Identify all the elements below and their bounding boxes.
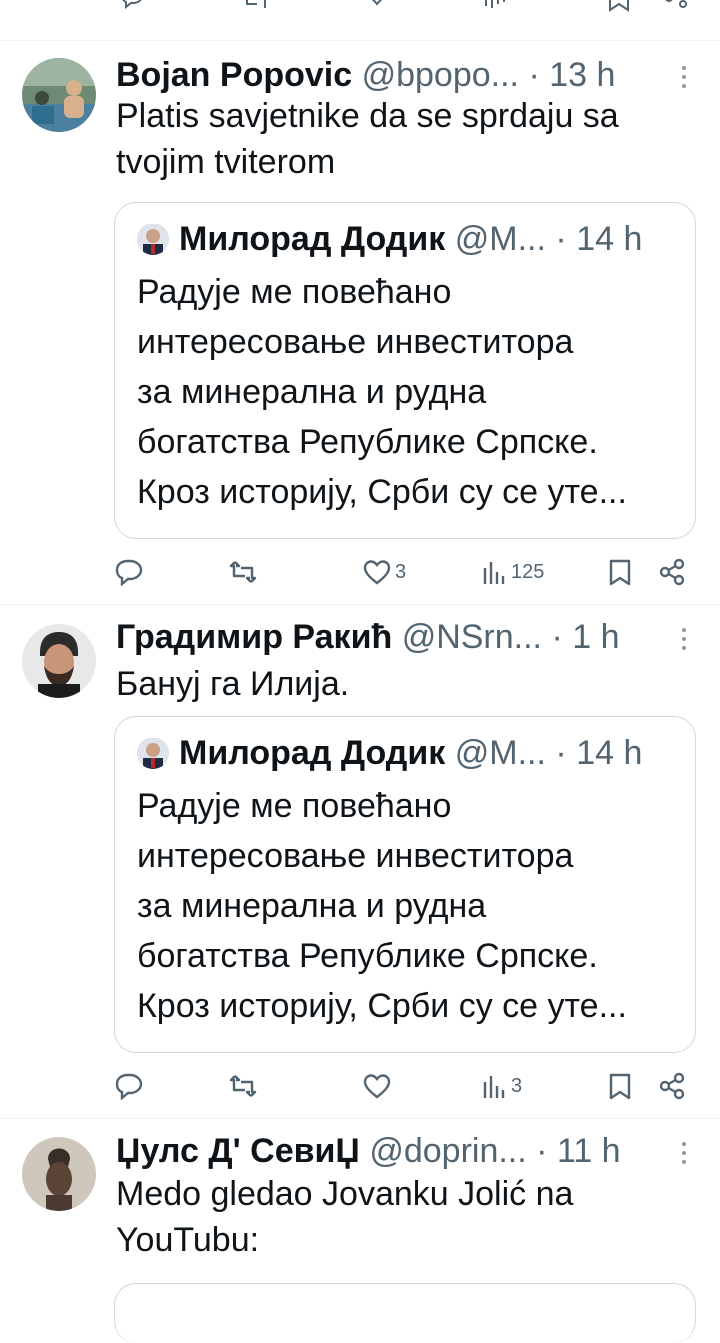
tweet[interactable]: Градимир Ракић @NSrn... · 1 h Бануј га И…	[0, 605, 720, 1119]
quoted-author-avatar[interactable]	[137, 737, 169, 769]
separator-dot: ·	[555, 734, 567, 772]
tweet-actions: 3 125	[114, 554, 696, 590]
separator-dot: ·	[536, 1132, 548, 1170]
tweet-text-line: Medo gledao Jovanku Jolić na	[116, 1175, 574, 1213]
views-count: 125	[511, 560, 545, 583]
more-options-icon[interactable]	[676, 621, 692, 657]
quoted-author-avatar[interactable]	[137, 223, 169, 255]
quoted-timestamp: 14 h	[576, 220, 643, 258]
reply-button[interactable]	[114, 554, 147, 590]
tweet[interactable]: Bojan Popovic @bpopo... · 13 h Platis sa…	[0, 41, 720, 605]
quoted-tweet[interactable]	[114, 1283, 696, 1343]
tweet-header: Градимир Ракић @NSrn... · 1 h	[116, 617, 680, 657]
share-icon[interactable]	[664, 0, 688, 14]
like-button[interactable]	[362, 1068, 395, 1104]
avatar[interactable]	[22, 58, 96, 132]
reply-icon	[115, 559, 143, 586]
quoted-tweet-text: Радује ме повећано интересовање инвестит…	[137, 781, 677, 1031]
quoted-text-line: Кроз историју, Срби су се уте...	[137, 987, 627, 1025]
views-button[interactable]: 125	[482, 554, 544, 590]
tweet-header: Џулс Д' СевиЏ @doprin... · 11 h	[116, 1131, 680, 1171]
views-icon[interactable]	[484, 0, 524, 12]
repost-icon	[229, 561, 257, 583]
quoted-text-line: интересовање инвеститора	[137, 837, 574, 875]
author-handle[interactable]: @doprin...	[369, 1132, 526, 1170]
views-button[interactable]: 3	[482, 1068, 522, 1104]
quoted-tweet[interactable]: Милорад Додик @М... · 14 h Радује ме пов…	[114, 716, 696, 1053]
quoted-timestamp: 14 h	[576, 734, 643, 772]
tweet-text-line: Platis savjetnike da se sprdaju sa	[116, 97, 619, 135]
timestamp[interactable]: 13 h	[549, 56, 615, 94]
share-icon	[659, 558, 685, 586]
bookmark-icon	[609, 559, 631, 586]
author-name[interactable]: Bojan Popovic	[116, 56, 352, 94]
tweet-header: Bojan Popovic @bpopo... · 13 h	[116, 55, 680, 95]
views-icon	[483, 562, 505, 584]
like-icon	[363, 1074, 391, 1099]
share-button[interactable]	[658, 1068, 686, 1104]
tweet-text-line: tvojim tviterom	[116, 143, 336, 181]
like-button[interactable]: 3	[362, 554, 406, 590]
quoted-tweet-header: Милорад Додик @М... · 14 h	[137, 217, 675, 261]
tweet-text: Бануј га Илија.	[116, 661, 696, 707]
author-handle[interactable]: @NSrn...	[402, 618, 542, 656]
tweet-actions: 3	[114, 1068, 696, 1104]
timestamp[interactable]: 11 h	[557, 1132, 621, 1170]
avatar[interactable]	[22, 1137, 96, 1211]
bookmark-button[interactable]	[607, 1068, 633, 1104]
tweet-text: Medo gledao Jovanku Jolić na YouTubu:	[116, 1171, 696, 1263]
like-icon[interactable]	[364, 0, 390, 10]
repost-button[interactable]	[228, 554, 261, 590]
quoted-text-line: богатства Републике Српске.	[137, 423, 598, 461]
quoted-tweet[interactable]: Милорад Додик @М... · 14 h Радује ме пов…	[114, 202, 696, 539]
views-icon	[483, 1076, 505, 1098]
avatar[interactable]	[22, 624, 96, 698]
tweet[interactable]: Џулс Д' СевиЏ @doprin... · 11 h Medo gle…	[0, 1119, 720, 1343]
quoted-text-line: Радује ме повећано	[137, 787, 452, 825]
author-name[interactable]: Џулс Д' СевиЏ	[116, 1132, 360, 1170]
bookmark-icon	[609, 1073, 631, 1100]
quoted-tweet-header: Милорад Додик @М... · 14 h	[137, 731, 675, 775]
like-icon	[363, 560, 391, 585]
reply-icon	[115, 1073, 143, 1100]
reply-button[interactable]	[114, 1068, 147, 1104]
quoted-text-line: Кроз историју, Срби су се уте...	[137, 473, 627, 511]
more-options-icon[interactable]	[676, 59, 692, 95]
previous-tweet-action-bar	[0, 0, 720, 41]
repost-button[interactable]	[228, 1068, 261, 1104]
quoted-author-name: Милорад Додик	[179, 220, 446, 258]
share-button[interactable]	[658, 554, 686, 590]
quoted-text-line: интересовање инвеститора	[137, 323, 574, 361]
like-count: 3	[395, 560, 407, 583]
quoted-tweet-text: Радује ме повећано интересовање инвестит…	[137, 267, 677, 517]
author-handle[interactable]: @bpopo...	[362, 56, 519, 94]
author-name[interactable]: Градимир Ракић	[116, 618, 392, 656]
separator-dot: ·	[551, 618, 563, 656]
timestamp[interactable]: 1 h	[572, 618, 619, 656]
quoted-author-handle: @М...	[454, 220, 546, 258]
repost-icon[interactable]	[243, 0, 269, 10]
separator-dot: ·	[528, 56, 540, 94]
views-count: 3	[511, 1074, 523, 1097]
share-icon	[659, 1072, 685, 1100]
quoted-text-line: богатства Републике Српске.	[137, 937, 598, 975]
tweet-text: Platis savjetnike da se sprdaju sa tvoji…	[116, 93, 696, 185]
quoted-author-handle: @М...	[454, 734, 546, 772]
separator-dot: ·	[555, 220, 567, 258]
bookmark-button[interactable]	[607, 554, 633, 590]
more-options-icon[interactable]	[676, 1135, 692, 1171]
quoted-text-line: Радује ме повећано	[137, 273, 452, 311]
reply-icon[interactable]	[120, 0, 144, 10]
tweet-text-line: YouTubu:	[116, 1221, 260, 1259]
quoted-author-name: Милорад Додик	[179, 734, 446, 772]
bookmark-icon[interactable]	[608, 0, 630, 14]
quoted-text-line: за минерална и рудна	[137, 887, 487, 925]
tweet-text-line: Бануј га Илија.	[116, 665, 350, 703]
quoted-text-line: за минерална и рудна	[137, 373, 487, 411]
repost-icon	[229, 1075, 257, 1097]
